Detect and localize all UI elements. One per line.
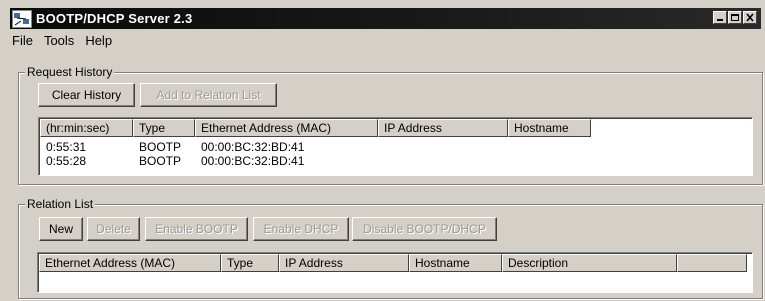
maximize-button[interactable] [728, 11, 742, 24]
column-header-hostname[interactable]: Hostname [508, 119, 591, 137]
add-to-relation-list-button[interactable]: Add to Relation List [140, 83, 277, 107]
column-header-type[interactable]: Type [133, 119, 195, 137]
column-header-mac[interactable]: Ethernet Address (MAC) [39, 254, 221, 272]
window-title: BOOTP/DHCP Server 2.3 [36, 11, 193, 26]
column-header-ip[interactable]: IP Address [378, 119, 508, 137]
cell-hostname [508, 140, 591, 154]
cell-type: BOOTP [139, 154, 182, 168]
title-bar[interactable]: BOOTP/DHCP Server 2.3 [10, 8, 761, 29]
cell-ip [378, 140, 508, 154]
cell-type: BOOTP [139, 140, 182, 154]
table-row[interactable]: 0:55:31 BOOTP 00:00:BC:32:BD:41 [40, 140, 591, 154]
enable-bootp-button[interactable]: Enable BOOTP [145, 217, 248, 241]
maximize-icon [731, 14, 739, 21]
close-button[interactable] [743, 11, 757, 24]
close-icon [746, 13, 754, 22]
cell-ip [378, 154, 508, 168]
column-header-description[interactable]: Description [502, 254, 677, 272]
menu-file[interactable]: File [12, 33, 33, 48]
cell-hostname [508, 154, 591, 168]
table-row[interactable]: 0:55:28 BOOTP 00:00:BC:32:BD:41 [40, 154, 591, 168]
cell-mac: 00:00:BC:32:BD:41 [201, 154, 305, 168]
new-button[interactable]: New [39, 217, 83, 241]
enable-dhcp-button[interactable]: Enable DHCP [253, 217, 349, 241]
app-network-icon [12, 9, 32, 28]
column-header-hostname[interactable]: Hostname [409, 254, 502, 272]
relation-list-label: Relation List [25, 197, 96, 211]
menu-bar: File Tools Help [12, 33, 112, 48]
relation-list-table[interactable]: Ethernet Address (MAC) Type IP Address H… [37, 252, 753, 293]
clear-history-button[interactable]: Clear History [38, 83, 135, 107]
cell-mac: 00:00:BC:32:BD:41 [201, 140, 305, 154]
column-header-type[interactable]: Type [221, 254, 279, 272]
column-header-mac[interactable]: Ethernet Address (MAC) [195, 119, 378, 137]
request-history-label: Request History [25, 65, 115, 79]
request-history-header: (hr:min:sec) Type Ethernet Address (MAC)… [40, 119, 591, 137]
menu-tools[interactable]: Tools [44, 33, 74, 48]
column-header-ip[interactable]: IP Address [279, 254, 409, 272]
request-history-list[interactable]: (hr:min:sec) Type Ethernet Address (MAC)… [38, 117, 753, 176]
column-header-time[interactable]: (hr:min:sec) [40, 119, 133, 137]
column-header-filler [677, 254, 747, 272]
delete-button[interactable]: Delete [87, 217, 140, 241]
minimize-icon [717, 19, 723, 21]
relation-list-header: Ethernet Address (MAC) Type IP Address H… [39, 254, 747, 272]
cell-time: 0:55:28 [46, 154, 87, 168]
cell-time: 0:55:31 [46, 140, 87, 154]
disable-bootp-dhcp-button[interactable]: Disable BOOTP/DHCP [352, 217, 497, 241]
menu-help[interactable]: Help [85, 33, 112, 48]
minimize-button[interactable] [713, 11, 727, 24]
request-history-rows: 0:55:31 BOOTP 00:00:BC:32:BD:41 0:55:28 … [40, 140, 591, 168]
